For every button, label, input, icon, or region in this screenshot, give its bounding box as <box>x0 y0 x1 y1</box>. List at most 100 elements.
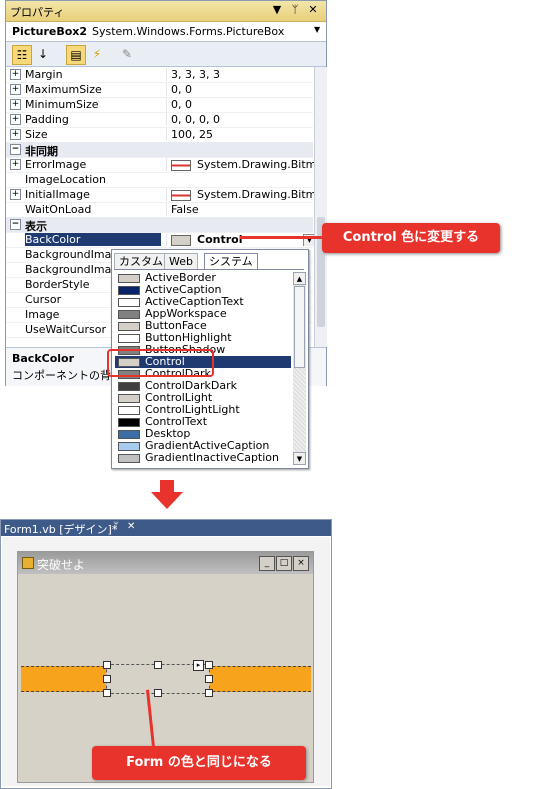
property-name: WaitOnLoad <box>25 203 92 216</box>
property-value[interactable]: System.Drawing.Bitmap <box>166 158 318 171</box>
property-category[interactable]: − 表示 <box>6 217 313 233</box>
selected-picturebox[interactable]: ▸ <box>103 660 213 697</box>
properties-toolbar: ☷ ↓ ▤ ⚡ ✎ <box>6 42 326 67</box>
form-app-icon <box>22 557 34 569</box>
property-name: MinimumSize <box>25 98 99 111</box>
color-swatch <box>118 286 140 295</box>
property-row[interactable]: + ErrorImage System.Drawing.Bitmap <box>6 157 318 173</box>
expand-icon[interactable]: + <box>10 114 21 125</box>
scroll-down-icon[interactable]: ▼ <box>293 452 306 465</box>
expand-icon[interactable]: + <box>10 129 21 140</box>
property-value[interactable]: 0, 0, 0, 0 <box>166 113 318 126</box>
resize-handle[interactable] <box>103 661 111 669</box>
collapse-icon[interactable]: − <box>10 144 21 155</box>
minimize-icon[interactable]: _ <box>259 556 275 571</box>
property-row[interactable]: + Size 100, 25 <box>6 127 313 143</box>
down-arrow-icon <box>151 480 183 509</box>
scroll-thumb[interactable] <box>294 286 305 368</box>
property-value[interactable]: 0, 0 <box>166 83 318 96</box>
close-icon[interactable]: ✕ <box>306 3 320 17</box>
resize-handle[interactable] <box>103 675 111 683</box>
smart-tag-icon[interactable]: ▸ <box>193 660 204 671</box>
color-swatch <box>118 274 140 283</box>
property-value-text: False <box>171 203 199 216</box>
expand-icon[interactable]: + <box>10 99 21 110</box>
property-row[interactable]: + MinimumSize 0, 0 <box>6 97 313 113</box>
chevron-down-icon[interactable]: ▼ <box>314 25 320 34</box>
resize-handle[interactable] <box>205 675 213 683</box>
description-text: コンポーネントの背景 <box>12 369 122 382</box>
collapse-icon[interactable]: − <box>10 219 21 230</box>
tab-divider <box>114 269 304 270</box>
property-row[interactable]: + MaximumSize 0, 0 <box>6 82 313 98</box>
resize-handle[interactable] <box>154 661 162 669</box>
color-swatch <box>118 442 140 451</box>
callout-change-color: Control 色に変更する <box>322 223 500 253</box>
property-value-text: 0, 0 <box>171 98 192 111</box>
resize-handle[interactable] <box>103 689 111 697</box>
dropdown-arrow-icon[interactable]: ▼ <box>270 3 284 17</box>
color-swatch <box>118 334 140 343</box>
resize-handle[interactable] <box>154 689 162 697</box>
color-list-scrollbar[interactable]: ▲ ▼ <box>293 272 306 465</box>
property-row[interactable]: WaitOnLoad False <box>6 202 313 218</box>
tab-web[interactable]: Web <box>164 253 198 269</box>
categorized-icon[interactable]: ☷ <box>12 45 32 65</box>
color-swatch <box>118 322 140 331</box>
property-name: Padding <box>25 113 69 126</box>
property-name: Margin <box>25 68 63 81</box>
close-icon[interactable]: ✕ <box>127 521 135 532</box>
property-value-text: 100, 25 <box>171 128 213 141</box>
property-value[interactable]: False <box>166 203 318 216</box>
object-type: System.Windows.Forms.PictureBox <box>92 25 285 38</box>
color-swatch <box>118 394 140 403</box>
scroll-up-icon[interactable]: ▲ <box>293 272 306 285</box>
callout-connector <box>240 236 324 239</box>
tab-custom[interactable]: カスタム <box>114 253 168 269</box>
property-value[interactable]: 0, 0 <box>166 98 318 111</box>
events-icon[interactable]: ⚡ <box>88 45 106 63</box>
callout-same-color: Form の色と同じになる <box>92 746 306 780</box>
bitmap-icon <box>171 159 191 171</box>
color-swatch <box>118 430 140 439</box>
property-name: MaximumSize <box>25 83 102 96</box>
property-value-text: Control <box>197 233 243 246</box>
alphabetical-icon[interactable]: ↓ <box>34 45 52 63</box>
property-row[interactable]: + Padding 0, 0, 0, 0 <box>6 112 313 128</box>
tab-system[interactable]: システム <box>204 253 258 269</box>
property-row[interactable]: + InitialImage System.Drawing.Bitmap <box>6 187 318 203</box>
resize-handle[interactable] <box>205 661 213 669</box>
color-name: GradientInactiveCaption <box>145 451 280 464</box>
pin-icon[interactable]: ᛘ <box>113 521 119 532</box>
property-value[interactable]: 3, 3, 3, 3 <box>166 68 318 81</box>
object-selector[interactable]: PictureBox2 System.Windows.Forms.Picture… <box>6 22 326 42</box>
highlight-box-control <box>107 349 214 377</box>
expand-icon[interactable]: + <box>10 84 21 95</box>
color-swatch <box>118 382 140 391</box>
color-swatch <box>118 454 140 463</box>
property-pages-icon[interactable]: ✎ <box>118 45 136 63</box>
pin-icon[interactable]: ᛘ <box>288 3 302 17</box>
property-row[interactable]: ImageLocation <box>6 172 313 188</box>
property-row[interactable]: BackColor Control ▼ <box>6 232 316 248</box>
object-name: PictureBox2 <box>12 25 88 38</box>
maximize-icon[interactable]: □ <box>276 556 292 571</box>
color-swatch <box>118 310 140 319</box>
property-category[interactable]: − 非同期 <box>6 142 313 158</box>
color-swatch <box>118 298 140 307</box>
expand-icon[interactable]: + <box>10 159 21 170</box>
resize-handle[interactable] <box>205 689 213 697</box>
property-value[interactable]: System.Drawing.Bitmap <box>166 188 318 201</box>
expand-icon[interactable]: + <box>10 69 21 80</box>
expand-icon[interactable]: + <box>10 189 21 200</box>
designer-tab[interactable]: Form1.vb [デザイン]* ᛘ ✕ <box>1 520 331 536</box>
color-swatch <box>171 234 191 246</box>
properties-icon[interactable]: ▤ <box>66 45 86 65</box>
color-list-item[interactable]: GradientInactiveCaption <box>115 452 291 464</box>
property-row[interactable]: + Margin 3, 3, 3, 3 <box>6 67 313 83</box>
color-list-item[interactable]: ControlText <box>115 416 291 428</box>
property-value[interactable]: Control ▼ <box>166 233 318 246</box>
property-value[interactable]: 100, 25 <box>166 128 318 141</box>
property-grid-scrollbar[interactable] <box>314 67 327 347</box>
close-icon[interactable]: × <box>293 556 309 571</box>
